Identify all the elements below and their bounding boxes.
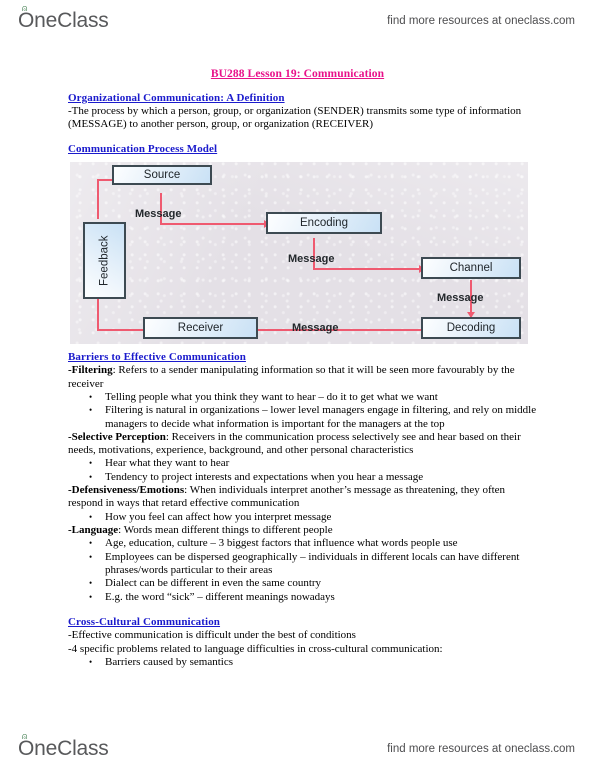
page-footer: ⍝ O neClass find more resources at onecl… xyxy=(0,732,595,766)
diagram-label-decoding-to-receiver: Message xyxy=(292,322,339,335)
term-language-body: : Words mean different things to differe… xyxy=(118,524,333,537)
list-item: Telling people what you think they want … xyxy=(68,391,537,405)
term-selective-perception: -Selective Perception xyxy=(68,431,166,444)
document-body: Organizational Communication: A Definiti… xyxy=(0,80,595,156)
paragraph-selective-perception: -Selective Perception: Receivers in the … xyxy=(68,431,537,457)
document-page: BU288 Lesson 19: Communication Organizat… xyxy=(0,56,595,670)
bullet-list-selective-perception: Hear what they want to hear Tendency to … xyxy=(68,457,537,484)
list-item: How you feel can affect how you interpre… xyxy=(68,511,537,525)
page-title: BU288 Lesson 19: Communication xyxy=(210,68,385,80)
communication-process-diagram: Source Encoding Channel Decoding Receive… xyxy=(70,162,528,345)
bullet-list-defensiveness: How you feel can affect how you interpre… xyxy=(68,511,537,525)
diagram-node-channel[interactable]: Channel xyxy=(421,257,521,280)
edge-source-to-encoding xyxy=(160,223,270,226)
diagram-node-channel-label: Channel xyxy=(449,262,493,275)
logo-o-glyph: ⍝ O xyxy=(18,4,34,33)
term-filtering: -Filtering xyxy=(68,364,113,377)
term-defensiveness: -Defensiveness/Emotions xyxy=(68,484,185,497)
oneclass-logo: ⍝ O neClass xyxy=(18,4,109,33)
leaf-icon: ⍝ xyxy=(22,732,28,742)
term-language: -Language xyxy=(68,524,119,537)
diagram-node-encoding[interactable]: Encoding xyxy=(266,212,382,235)
list-item: Dialect can be different in even the sam… xyxy=(68,577,537,591)
heading-communication-process-model: Communication Process Model xyxy=(68,143,218,156)
list-item: Hear what they want to hear xyxy=(68,457,537,471)
paragraph-filtering: -Filtering: Refers to a sender manipulat… xyxy=(68,364,537,390)
diagram-node-source-label: Source xyxy=(143,169,181,182)
edge-feedback-lower-riser xyxy=(97,293,99,332)
logo-wordmark: neClass xyxy=(34,9,109,32)
bullet-list-filtering: Telling people what you think they want … xyxy=(68,391,537,431)
diagram-node-receiver[interactable]: Receiver xyxy=(143,317,258,340)
list-item: Barriers caused by semantics xyxy=(68,656,537,670)
bullet-list-cross-cultural: Barriers caused by semantics xyxy=(68,656,537,670)
header-tagline: find more resources at oneclass.com xyxy=(387,15,575,27)
edge-feedback-riser xyxy=(97,179,99,220)
list-item: Age, education, culture – 3 biggest fact… xyxy=(68,537,537,551)
logo-o-glyph-footer: ⍝ O xyxy=(18,732,34,761)
paragraph-language: -Language: Words mean different things t… xyxy=(68,524,537,537)
logo-wordmark-footer: neClass xyxy=(34,737,109,760)
diagram-node-receiver-label: Receiver xyxy=(177,322,224,335)
list-item: Tendency to project interests and expect… xyxy=(68,471,537,485)
list-item: Employees can be dispersed geographicall… xyxy=(68,551,537,578)
list-item: Filtering is natural in organizations – … xyxy=(68,404,537,431)
paragraph-definition: -The process by which a person, group, o… xyxy=(68,105,522,131)
diagram-label-channel-to-decoding: Message xyxy=(437,292,484,305)
diagram-node-decoding[interactable]: Decoding xyxy=(421,317,521,340)
list-item: E.g. the word “sick” – different meaning… xyxy=(68,591,537,605)
edge-receiver-to-feedback xyxy=(97,329,149,332)
edge-encoding-to-channel xyxy=(313,268,425,271)
paragraph-cross-cultural-1: -Effective communication is difficult un… xyxy=(68,629,356,642)
diagram-label-source-to-encoding: Message xyxy=(135,208,182,221)
heading-cross-cultural: Cross-Cultural Communication xyxy=(68,616,221,629)
oneclass-logo-footer: ⍝ O neClass xyxy=(18,732,109,761)
diagram-node-feedback-label: Feedback xyxy=(98,235,111,287)
leaf-icon: ⍝ xyxy=(22,4,28,14)
diagram-node-decoding-label: Decoding xyxy=(446,322,496,335)
page-header: ⍝ O neClass find more resources at onecl… xyxy=(0,4,595,38)
heading-barriers: Barriers to Effective Communication xyxy=(68,351,246,364)
diagram-node-feedback[interactable]: Feedback xyxy=(83,222,126,300)
diagram-node-encoding-label: Encoding xyxy=(300,217,348,230)
document-body-lower: Barriers to Effective Communication -Fil… xyxy=(0,344,595,669)
paragraph-defensiveness: -Defensiveness/Emotions: When individual… xyxy=(68,484,537,510)
term-filtering-body: : Refers to a sender manipulating inform… xyxy=(68,364,515,390)
footer-tagline: find more resources at oneclass.com xyxy=(387,743,575,755)
diagram-label-encoding-to-channel: Message xyxy=(288,253,335,266)
paragraph-cross-cultural-2: -4 specific problems related to language… xyxy=(68,642,443,655)
bullet-list-language: Age, education, culture – 3 biggest fact… xyxy=(68,537,537,604)
heading-organizational-communication: Organizational Communication: A Definiti… xyxy=(68,92,285,104)
diagram-node-source[interactable]: Source xyxy=(112,165,212,186)
